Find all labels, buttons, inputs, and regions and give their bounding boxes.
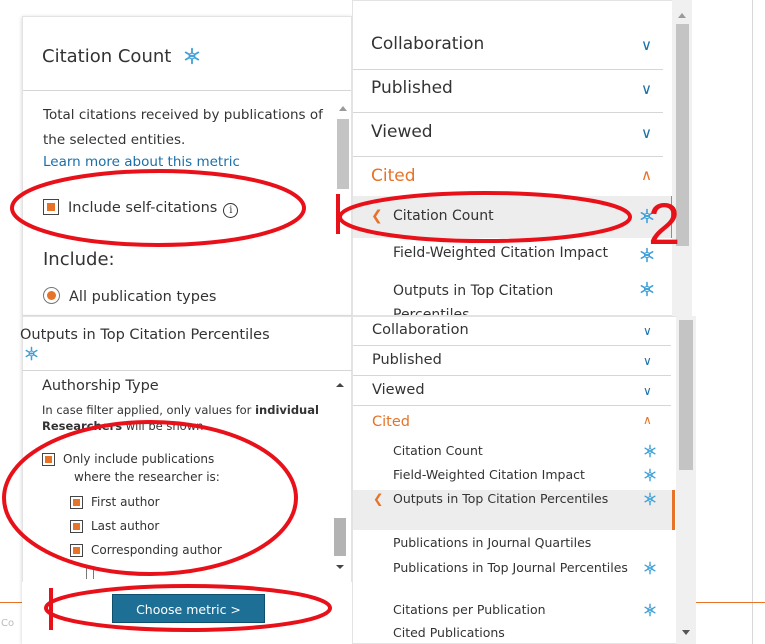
menu-scrollbar[interactable] (672, 0, 692, 316)
publication-types-radio[interactable] (43, 287, 60, 304)
chevron-left-icon: ❮ (371, 208, 383, 224)
citation-count-panel: Citation Count Total citations received … (22, 16, 352, 316)
menu-item-collaboration[interactable]: Collaboration (371, 34, 484, 54)
chevron-left-icon: ❮ (373, 491, 384, 506)
snowball-metric-icon (643, 560, 657, 579)
note-suffix: will be shown (125, 419, 204, 433)
menu-divider (353, 345, 671, 346)
corresponding-author-checkbox[interactable] (70, 544, 83, 557)
metric-description: Total citations received by publications… (43, 107, 323, 148)
divider (22, 370, 352, 371)
screenshot-stage: Co Citation Count Total citations receiv… (0, 0, 765, 644)
menu-divider (353, 375, 671, 376)
menu-divider (353, 405, 671, 406)
snowball-metric-icon (183, 47, 201, 70)
submenu-item-journal-quartiles[interactable]: Publications in Journal Quartiles (393, 535, 653, 551)
corresponding-author-label: Corresponding author (91, 543, 222, 557)
metric-menu-top: Collaboration ∨ Published ∨ Viewed ∨ Cit… (352, 0, 680, 316)
only-include-label-line2: where the researcher is: (74, 470, 220, 484)
last-author-option[interactable]: Last author (70, 519, 159, 533)
last-author-label: Last author (91, 519, 160, 533)
snowball-metric-icon (643, 602, 657, 621)
submenu-item-field-weighted[interactable]: Field-Weighted Citation Impact (393, 245, 608, 261)
menu-item-collaboration[interactable]: Collaboration (372, 322, 469, 338)
panel-title-text: Outputs in Top Citation Percentiles (20, 327, 270, 343)
chevron-up-icon[interactable]: ∧ (643, 413, 652, 427)
only-include-option[interactable]: Only include publications (42, 452, 214, 466)
chevron-down-icon[interactable]: ∨ (643, 384, 652, 398)
scrollbar-thumb (334, 518, 346, 556)
menu-item-published[interactable]: Published (372, 352, 442, 368)
submenu-item-top-citation-percentiles[interactable]: Outputs in Top Citation Percentiles (393, 279, 593, 315)
submenu-item-citation-count[interactable]: Citation Count (393, 443, 643, 459)
authorship-filter-note: In case filter applied, only values for … (42, 402, 327, 434)
menu-item-published[interactable]: Published (371, 78, 453, 98)
menu-scrollbar[interactable] (676, 316, 696, 644)
submenu-item-citation-count[interactable]: Citation Count (393, 208, 494, 224)
note-prefix: In case filter applied, only values for (42, 403, 252, 417)
snowball-metric-icon (643, 491, 657, 510)
submenu-item-top-journal-percentiles[interactable]: Publications in Top Journal Percentiles (393, 560, 643, 576)
snowball-metric-icon (643, 467, 657, 486)
menu-divider (353, 112, 663, 113)
choose-metric-button[interactable]: Choose metric > (112, 594, 265, 623)
menu-divider (353, 69, 663, 70)
corresponding-author-option[interactable]: Corresponding author (70, 543, 222, 557)
authorship-type-heading: Authorship Type (42, 378, 159, 394)
chevron-down-icon[interactable]: ∨ (643, 354, 652, 368)
background-faint-text: Co (1, 618, 15, 629)
background-accent-line (696, 602, 765, 603)
scrollbar-thumb (679, 320, 693, 470)
submenu-item-top-citation-percentiles[interactable]: Outputs in Top Citation Percentiles (393, 491, 643, 507)
scrollbar-thumb (676, 24, 689, 246)
menu-item-viewed[interactable]: Viewed (372, 382, 425, 398)
self-citations-checkbox[interactable] (43, 199, 59, 215)
publication-types-label: All publication types (69, 289, 217, 305)
last-author-checkbox[interactable] (70, 520, 83, 533)
panel-scrollbar[interactable] (332, 378, 348, 576)
metric-title-text: Citation Count (42, 46, 172, 67)
menu-divider (353, 156, 663, 157)
info-icon[interactable]: i (223, 203, 239, 218)
snowball-metric-icon (643, 443, 657, 462)
chevron-down-icon[interactable]: ∨ (643, 324, 652, 338)
snowball-metric-icon (639, 281, 655, 301)
include-heading: Include: (43, 249, 115, 270)
active-indicator (672, 490, 675, 530)
first-author-option[interactable]: First author (70, 495, 160, 509)
scrollbar-thumb (337, 119, 349, 189)
scroll-down-arrow (336, 565, 344, 569)
first-author-label: First author (91, 495, 160, 509)
learn-more-link[interactable]: Learn more about this metric (43, 154, 240, 170)
only-include-checkbox[interactable] (42, 453, 55, 466)
snowball-metric-icon (24, 346, 39, 367)
self-citations-label: Include self-citations (68, 200, 218, 216)
partially-visible-checkbox[interactable] (86, 567, 94, 579)
submenu-item-cited-publications[interactable]: Cited Publications (393, 625, 643, 641)
background-divider (752, 0, 753, 644)
panel-title: Outputs in Top Citation Percentiles (20, 325, 280, 367)
publication-types-option[interactable]: All publication types (43, 287, 216, 305)
first-author-checkbox[interactable] (70, 496, 83, 509)
chevron-up-icon[interactable]: ∧ (641, 166, 652, 184)
chevron-down-icon[interactable]: ∨ (641, 80, 652, 98)
self-citations-option[interactable]: Include self-citations i (43, 199, 239, 218)
only-include-label: Only include publications (63, 452, 215, 466)
snowball-metric-icon (639, 247, 655, 267)
submenu-item-citations-per-publication[interactable]: Citations per Publication (393, 602, 643, 618)
background-accent-line (0, 602, 22, 603)
panel-scrollbar[interactable] (335, 95, 351, 316)
metric-title: Citation Count (42, 46, 201, 70)
scroll-up-arrow (336, 383, 344, 387)
submenu-item-field-weighted[interactable]: Field-Weighted Citation Impact (393, 467, 643, 483)
menu-item-viewed[interactable]: Viewed (371, 122, 433, 142)
scroll-up-arrow (339, 106, 347, 111)
chevron-down-icon[interactable]: ∨ (641, 124, 652, 142)
menu-item-cited[interactable]: Cited (372, 414, 410, 430)
chevron-down-icon[interactable]: ∨ (641, 36, 652, 54)
menu-item-cited[interactable]: Cited (371, 166, 416, 186)
divider (23, 90, 351, 91)
metric-menu-bottom: Collaboration ∨ Published ∨ Viewed ∨ Cit… (352, 316, 682, 644)
snowball-metric-icon (639, 208, 655, 228)
